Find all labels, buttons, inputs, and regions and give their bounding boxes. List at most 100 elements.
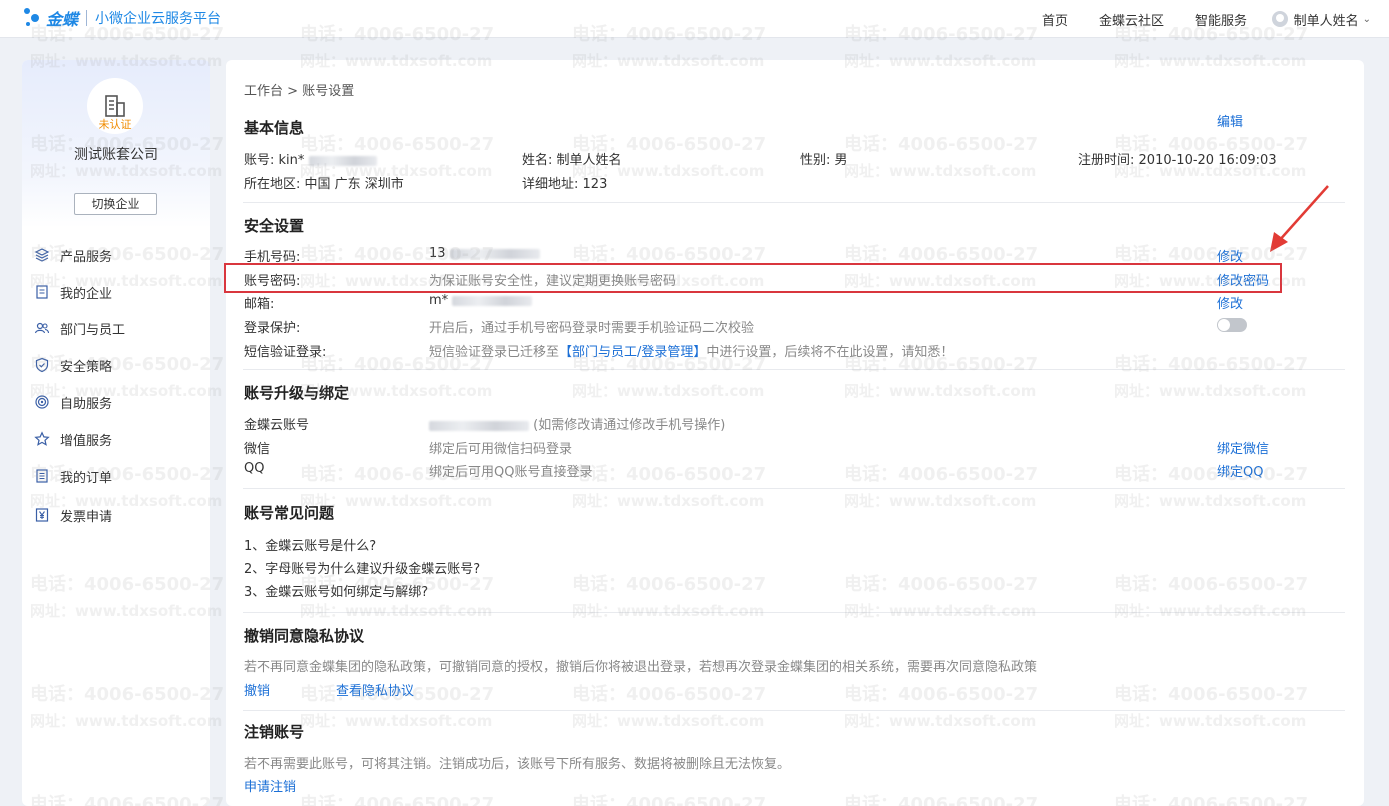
user-menu[interactable]: 制单人姓名 ⌄ bbox=[1271, 0, 1371, 38]
register-time-field: 注册时间: 2010-10-20 16:09:03 bbox=[1078, 149, 1277, 168]
blurred-phone bbox=[449, 248, 540, 259]
nav-smart-service[interactable]: 智能服务 bbox=[1195, 0, 1247, 38]
cancel-account-title: 注销账号 bbox=[244, 723, 305, 741]
blurred-account bbox=[308, 155, 377, 166]
region-value: 中国 广东 深圳市 bbox=[304, 177, 404, 192]
privacy-desc: 若不再同意金蝶集团的隐私政策，可撤销同意的授权，撤销后你将被退出登录，若想再次登… bbox=[244, 660, 1038, 675]
sidebar-item-label: 自助服务 bbox=[60, 396, 113, 412]
users-icon bbox=[34, 322, 50, 334]
password-desc: 为保证账号安全性，建议定期更换账号密码 bbox=[429, 274, 677, 289]
sidebar-item-products[interactable]: 产品服务 bbox=[34, 244, 112, 266]
faq-item[interactable]: 1、金蝶云账号是什么? bbox=[244, 535, 376, 554]
blurred-kd-account bbox=[429, 420, 529, 431]
address-value: 123 bbox=[582, 177, 608, 192]
email-value: m* bbox=[429, 293, 533, 308]
sidebar-item-my-company[interactable]: 我的企业 bbox=[34, 281, 112, 303]
sidebar-item-label: 产品服务 bbox=[60, 249, 113, 265]
switch-company-button[interactable]: 切换企业 bbox=[74, 193, 157, 215]
brand-logo[interactable]: 金蝶 小微企业云服务平台 bbox=[24, 6, 221, 30]
annotation-arrow-icon bbox=[1270, 185, 1329, 252]
phone-value: 13 bbox=[429, 246, 540, 261]
section-divider bbox=[243, 710, 1345, 711]
edit-basic-link[interactable]: 编辑 bbox=[1217, 111, 1243, 130]
breadcrumb-current: 账号设置 bbox=[302, 84, 355, 99]
sidebar-item-label: 我的企业 bbox=[60, 286, 113, 302]
name-value: 制单人姓名 bbox=[556, 153, 622, 168]
faq-item[interactable]: 2、字母账号为什么建议升级金蝶云账号? bbox=[244, 558, 480, 577]
company-name: 测试账套公司 bbox=[74, 147, 158, 163]
register-time-value: 2010-10-20 16:09:03 bbox=[1138, 153, 1277, 168]
sidebar-item-orders[interactable]: 我的订单 bbox=[34, 465, 112, 487]
target-icon bbox=[35, 395, 49, 409]
breadcrumb-root[interactable]: 工作台 bbox=[244, 84, 283, 99]
qq-desc: 绑定后可用QQ账号直接登录 bbox=[429, 465, 593, 480]
breadcrumb: 工作台 > 账号设置 bbox=[244, 80, 354, 99]
qq-label: QQ bbox=[244, 461, 265, 476]
sidebar-item-departments[interactable]: 部门与员工 bbox=[34, 317, 125, 339]
modify-email-link[interactable]: 修改 bbox=[1217, 293, 1243, 312]
kd-account-value: (如需修改请通过修改手机号操作) bbox=[429, 414, 725, 433]
building-icon bbox=[105, 95, 125, 117]
change-password-link[interactable]: 修改密码 bbox=[1217, 270, 1269, 289]
address-label: 详细地址: bbox=[522, 177, 579, 192]
password-highlight-box bbox=[224, 263, 1282, 293]
sidebar-item-self-service[interactable]: 自助服务 bbox=[34, 391, 112, 413]
login-protect-desc: 开启后，通过手机号密码登录时需要手机验证码二次校验 bbox=[429, 321, 755, 336]
brand-divider bbox=[86, 10, 88, 26]
region-field: 所在地区: 中国 广东 深圳市 bbox=[244, 173, 404, 192]
account-value: kin* bbox=[278, 153, 305, 168]
apply-cancel-link[interactable]: 申请注销 bbox=[244, 776, 296, 795]
name-label: 姓名: bbox=[522, 153, 553, 168]
list-icon bbox=[36, 469, 48, 483]
revoke-privacy-link[interactable]: 撤销 bbox=[244, 680, 270, 699]
sms-desc-prefix: 短信验证登录已迁移至 bbox=[429, 345, 560, 360]
account-field: 账号: kin* bbox=[244, 149, 377, 168]
view-privacy-link[interactable]: 查看隐私协议 bbox=[336, 680, 414, 699]
sidebar-item-label: 安全策略 bbox=[60, 359, 113, 375]
gender-value: 男 bbox=[834, 153, 848, 168]
bind-wechat-link[interactable]: 绑定微信 bbox=[1217, 438, 1269, 457]
sidebar-item-value-added[interactable]: 增值服务 bbox=[34, 428, 112, 450]
kd-account-label: 金蝶云账号 bbox=[244, 418, 310, 433]
binding-title: 账号升级与绑定 bbox=[244, 384, 350, 402]
region-label: 所在地区: bbox=[244, 177, 301, 192]
gender-field: 性别: 男 bbox=[800, 149, 848, 168]
email-label: 邮箱: bbox=[244, 297, 275, 312]
brand-dots-icon bbox=[24, 7, 44, 29]
address-field: 详细地址: 123 bbox=[522, 173, 607, 192]
nav-community[interactable]: 金蝶云社区 bbox=[1099, 0, 1164, 38]
email-prefix: m* bbox=[429, 293, 449, 308]
star-icon bbox=[34, 431, 50, 446]
login-protect-toggle[interactable] bbox=[1217, 318, 1247, 332]
sms-login-management-link[interactable]: 【部门与员工/登录管理】 bbox=[559, 345, 706, 360]
sms-login-desc: 短信验证登录已迁移至【部门与员工/登录管理】中进行设置，后续将不在此设置，请知悉… bbox=[429, 341, 953, 360]
section-divider bbox=[243, 612, 1345, 613]
sidebar-item-security[interactable]: 安全策略 bbox=[34, 354, 112, 376]
faq-item[interactable]: 3、金蝶云账号如何绑定与解绑? bbox=[244, 581, 428, 600]
name-field: 姓名: 制单人姓名 bbox=[522, 149, 622, 168]
layers-icon bbox=[34, 248, 50, 262]
wechat-desc: 绑定后可用微信扫码登录 bbox=[429, 442, 573, 457]
sidebar-item-invoice[interactable]: 发票申请 bbox=[34, 504, 112, 526]
basic-info-title: 基本信息 bbox=[244, 119, 305, 137]
gender-label: 性别: bbox=[800, 153, 831, 168]
bind-qq-link[interactable]: 绑定QQ bbox=[1217, 461, 1263, 480]
section-divider bbox=[243, 488, 1345, 489]
sidebar: 未认证 测试账套公司 切换企业 产品服务 我的企业 部门与员工 安全策略 自助服… bbox=[22, 60, 210, 806]
nav-home[interactable]: 首页 bbox=[1042, 0, 1068, 38]
cert-status-badge: 未认证 bbox=[98, 118, 132, 131]
brand-subtitle: 小微企业云服务平台 bbox=[95, 11, 222, 27]
faq-title: 账号常见问题 bbox=[244, 504, 335, 522]
chevron-down-icon: ⌄ bbox=[1362, 13, 1371, 25]
shield-icon bbox=[35, 357, 49, 373]
company-card: 未认证 测试账套公司 切换企业 bbox=[22, 60, 210, 228]
kd-account-note: (如需修改请通过修改手机号操作) bbox=[533, 418, 726, 433]
sms-desc-suffix: 中进行设置，后续将不在此设置，请知悉！ bbox=[706, 345, 954, 360]
sidebar-item-label: 部门与员工 bbox=[60, 322, 126, 338]
yen-icon bbox=[35, 508, 49, 522]
account-label: 账号: bbox=[244, 153, 275, 168]
privacy-title: 撤销同意隐私协议 bbox=[244, 627, 365, 645]
avatar bbox=[1271, 11, 1288, 27]
breadcrumb-separator: > bbox=[287, 84, 299, 99]
section-divider bbox=[243, 202, 1345, 203]
